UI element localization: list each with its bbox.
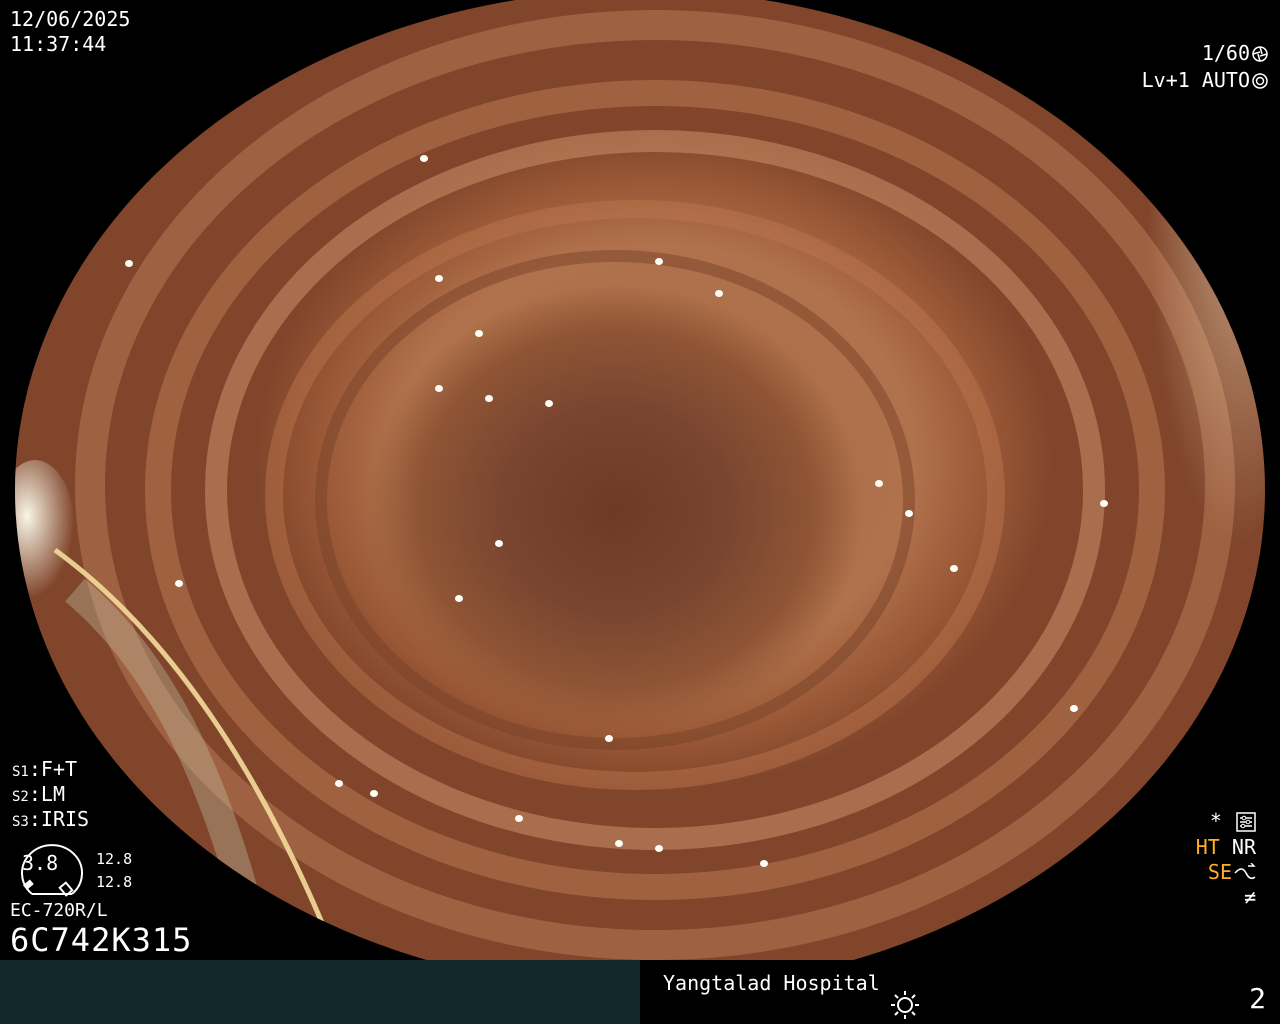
se-status: SE	[1208, 861, 1256, 883]
sun-icon	[891, 991, 919, 1019]
aperture-icon	[1252, 46, 1268, 62]
date-label: 12/06/2025	[10, 7, 131, 31]
iris-icon	[1252, 73, 1268, 89]
setting-key: S2	[12, 789, 29, 805]
setting-value: LM	[40, 782, 65, 806]
specular-highlight	[655, 258, 663, 265]
setting-separator: :	[28, 807, 41, 831]
setting-s1: S1:F+T	[12, 758, 77, 783]
setting-value: F+T	[40, 757, 78, 781]
gauge-value: 3.8	[22, 851, 59, 875]
setting-s2: S2:LM	[12, 783, 65, 808]
specular-highlight	[475, 330, 483, 337]
specular-highlight	[605, 735, 613, 742]
specular-highlight	[175, 580, 183, 587]
capture-indicator: *	[1210, 810, 1256, 832]
specular-highlight	[420, 155, 428, 162]
scope-serial: 6C742K315	[10, 921, 193, 959]
brightness-level-label: Lv+1 AUTO	[1141, 68, 1250, 92]
specular-highlight	[1100, 500, 1108, 507]
specular-highlight	[545, 400, 553, 407]
instrument-wire	[53, 547, 340, 960]
setting-value: IRIS	[40, 807, 90, 831]
specular-highlight	[655, 845, 663, 852]
page-number: 2	[1249, 982, 1266, 1015]
scope-model: EC-720R/L	[10, 900, 108, 921]
endoscopic-image	[15, 0, 1265, 960]
settings-panel-icon	[1236, 812, 1256, 832]
specular-highlight	[455, 595, 463, 602]
specular-highlight	[760, 860, 768, 867]
gauge-bottom-value: 12.8	[96, 873, 133, 891]
shutter-speed: 1/60	[1202, 42, 1268, 64]
specular-highlight	[1070, 705, 1078, 712]
hospital-name: Yangtalad Hospital	[663, 971, 880, 995]
neq-indicator: ≠	[1243, 885, 1256, 909]
se-indicator: SE	[1207, 860, 1232, 884]
setting-separator: :	[28, 757, 41, 781]
time-label: 11:37:44	[10, 32, 107, 56]
star-label: *	[1209, 809, 1222, 833]
specular-highlight	[515, 815, 523, 822]
specular-highlight	[715, 290, 723, 297]
specular-highlight	[125, 260, 133, 267]
shutter-speed-label: 1/60	[1201, 41, 1250, 65]
nr-indicator: NR	[1231, 835, 1256, 859]
specular-highlight	[875, 480, 883, 487]
curve-icon	[1234, 863, 1256, 880]
setting-separator: :	[28, 782, 41, 806]
specular-highlight	[950, 565, 958, 572]
specular-highlight	[335, 780, 343, 787]
ht-indicator: HT	[1195, 835, 1220, 859]
setting-key: S3	[12, 814, 29, 830]
specular-highlight	[435, 275, 443, 282]
specular-highlight	[485, 395, 493, 402]
specular-highlight	[905, 510, 913, 517]
setting-key: S1	[12, 764, 29, 780]
info-bar-left	[0, 960, 640, 1024]
ht-nr-status: HT NR	[1196, 836, 1256, 858]
brightness-level: Lv+1 AUTO	[1142, 69, 1268, 91]
specular-highlight	[495, 540, 503, 547]
gauge-top-value: 12.8	[96, 850, 133, 868]
specular-highlight	[615, 840, 623, 847]
specular-highlight	[370, 790, 378, 797]
specular-highlight	[435, 385, 443, 392]
endoscopy-view	[0, 0, 1280, 960]
setting-s3: S3:IRIS	[12, 808, 89, 833]
